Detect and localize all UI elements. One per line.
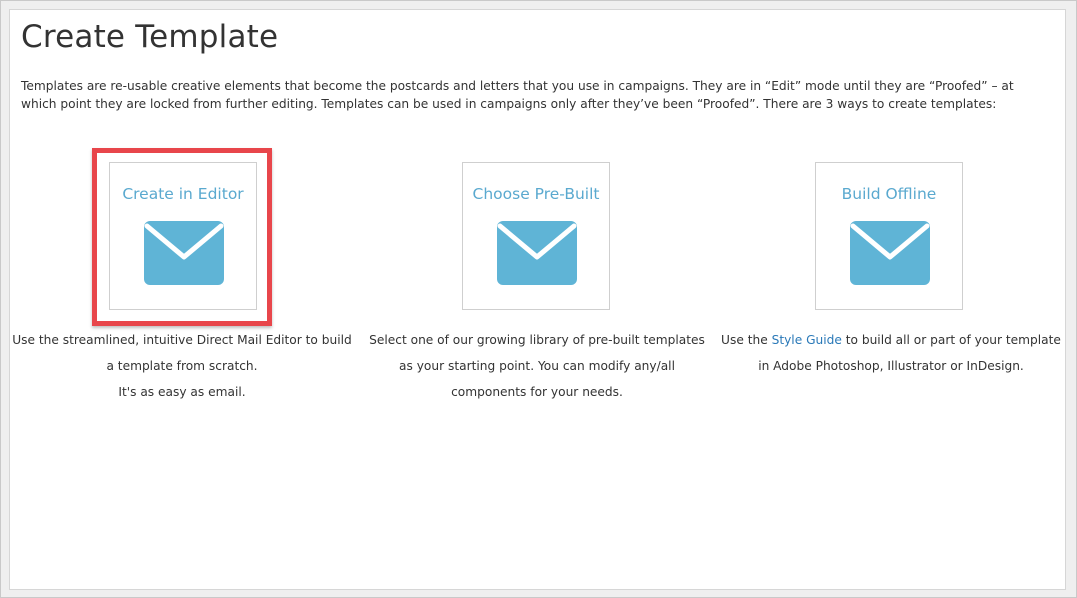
envelope-icon [850, 221, 930, 285]
description-line: components for your needs. [451, 385, 623, 399]
page-title: Create Template [21, 19, 279, 55]
description-text: Use the [721, 333, 772, 347]
description-text: to build all or part of your template [841, 333, 1061, 347]
description-line: as your starting point. You can modify a… [399, 359, 675, 373]
choose-pre-built-title: Choose Pre-Built [472, 185, 600, 203]
description-line: Use the streamlined, intuitive Direct Ma… [12, 333, 352, 347]
build-offline-title: Build Offline [841, 185, 937, 203]
envelope-icon [497, 221, 577, 285]
description-line: Use the Style Guide to build all or part… [721, 327, 1061, 353]
description-line: Select one of our growing library of pre… [369, 333, 705, 347]
description-line: It's as easy as email. [118, 385, 246, 399]
highlight-box [92, 148, 272, 326]
style-guide-link[interactable]: Style Guide [772, 333, 842, 347]
choose-pre-built-description: Select one of our growing library of pre… [367, 327, 707, 405]
intro-text: Templates are re-usable creative element… [21, 79, 1014, 111]
build-offline-card[interactable]: Build Offline [815, 162, 963, 310]
create-in-editor-description: Use the streamlined, intuitive Direct Ma… [12, 327, 352, 405]
choose-pre-built-card[interactable]: Choose Pre-Built [462, 162, 610, 310]
description-line: a template from scratch. [106, 359, 258, 373]
create-template-panel: Create Template Templates are re-usable … [9, 9, 1066, 590]
build-offline-description: Use the Style Guide to build all or part… [721, 327, 1061, 379]
window-frame: Create Template Templates are re-usable … [0, 0, 1077, 598]
description-line: in Adobe Photoshop, Illustrator or InDes… [758, 359, 1024, 373]
